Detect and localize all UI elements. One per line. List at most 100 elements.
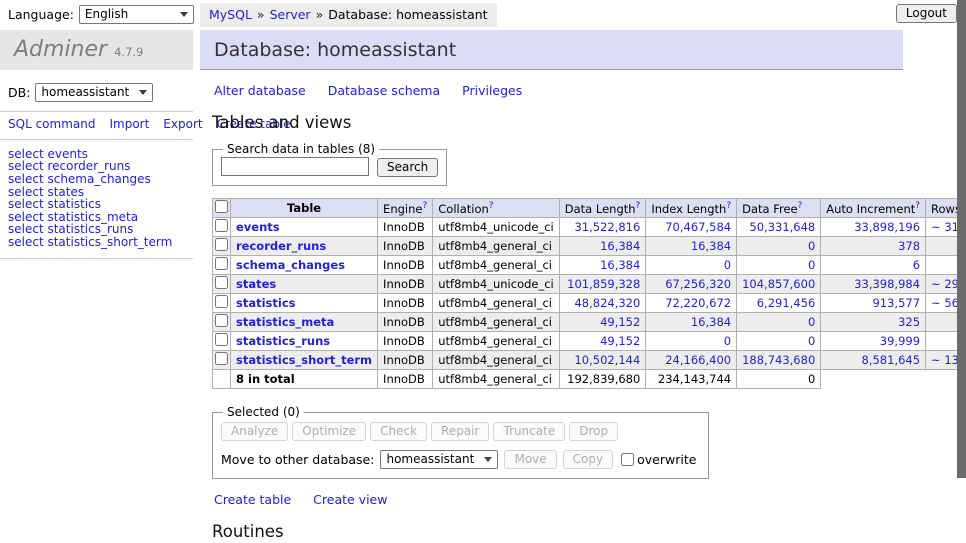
breadcrumb-link[interactable]: MySQL [209, 7, 252, 22]
row-checkbox[interactable] [215, 295, 228, 308]
optimize-button[interactable]: Optimize [292, 422, 366, 441]
db-form: DB: homeassistant [8, 83, 193, 102]
truncate-button[interactable]: Truncate [493, 422, 565, 441]
auto-increment-cell: 378 [821, 237, 926, 256]
sidebar-action-link[interactable]: Import [109, 117, 149, 131]
column-header: Collation? [433, 198, 560, 218]
table-row: statistics_metaInnoDButf8mb4_general_ci4… [213, 313, 966, 332]
index-length-cell: 67,256,320 [646, 275, 737, 294]
analyze-button[interactable]: Analyze [221, 422, 288, 441]
data-free-cell: 0 [737, 313, 821, 332]
index-length-cell: 70,467,584 [646, 218, 737, 237]
scrollbar-thumb[interactable] [957, 0, 966, 478]
collation-cell: utf8mb4_general_ci [433, 313, 560, 332]
table-name-link[interactable]: schema_changes [236, 258, 345, 272]
db-action-link[interactable]: Privileges [462, 83, 522, 98]
sidebar-actions: SQL commandImportExportCreate table [8, 118, 176, 132]
sidebar-table-link[interactable]: select statistics_short_term [8, 236, 193, 249]
data-length-cell: 49,152 [559, 332, 646, 351]
create-link[interactable]: Create table [214, 492, 291, 507]
engine-cell: InnoDB [378, 237, 433, 256]
data-free-cell: 104,857,600 [737, 275, 821, 294]
table-name-link[interactable]: states [236, 277, 276, 291]
drop-button[interactable]: Drop [569, 422, 618, 441]
table-name-link[interactable]: statistics_runs [236, 334, 330, 348]
engine-cell: InnoDB [378, 218, 433, 237]
move-db-select[interactable]: homeassistant [380, 450, 498, 469]
sidebar-action-link[interactable]: Export [163, 117, 202, 131]
table-row: recorder_runsInnoDButf8mb4_general_ci16,… [213, 237, 966, 256]
select-all-checkbox[interactable] [215, 200, 228, 213]
row-checkbox[interactable] [215, 276, 228, 289]
row-checkbox[interactable] [215, 219, 228, 232]
help-link[interactable]: ? [489, 201, 494, 211]
search-button[interactable]: Search [377, 158, 438, 177]
chevron-down-icon [484, 457, 492, 462]
check-button[interactable]: Check [370, 422, 427, 441]
table-name-link[interactable]: statistics_meta [236, 315, 334, 329]
table-row: statesInnoDButf8mb4_unicode_ci101,859,32… [213, 275, 966, 294]
engine-cell: InnoDB [378, 351, 433, 370]
table-total-row: 8 in totalInnoDButf8mb4_general_ci192,83… [213, 370, 966, 389]
data-length-cell: 48,824,320 [559, 294, 646, 313]
help-link[interactable]: ? [798, 201, 803, 211]
collation-cell: utf8mb4_general_ci [433, 294, 560, 313]
db-select[interactable]: homeassistant [35, 83, 153, 102]
create-link[interactable]: Create view [313, 492, 387, 507]
db-action-link[interactable]: Database schema [328, 83, 440, 98]
row-checkbox[interactable] [215, 314, 228, 327]
repair-button[interactable]: Repair [431, 422, 489, 441]
tables-table: TableEngine?Collation?Data Length?Index … [212, 198, 966, 390]
row-checkbox[interactable] [215, 257, 228, 270]
language-select[interactable]: English [79, 5, 194, 24]
app-version: 4.7.9 [114, 45, 143, 59]
row-checkbox-cell [213, 351, 231, 370]
table-name-link[interactable]: statistics [236, 296, 296, 310]
sidebar-table-link[interactable]: select statistics [8, 198, 193, 211]
sidebar-table-link[interactable]: select schema_changes [8, 173, 193, 186]
row-checkbox[interactable] [215, 333, 228, 346]
overwrite-checkbox[interactable] [621, 453, 634, 466]
selected-fieldset: Selected (0) AnalyzeOptimizeCheckRepairT… [212, 405, 709, 479]
scrollbar[interactable] [957, 0, 966, 543]
help-link[interactable]: ? [636, 201, 641, 211]
tables-heading: Tables and views [212, 113, 903, 132]
table-name-link[interactable]: statistics_short_term [236, 353, 372, 367]
row-checkbox[interactable] [215, 238, 228, 251]
adminer-logo[interactable]: Adminer [14, 30, 107, 70]
language-form: Language: English [8, 5, 194, 24]
table-name-cell: statistics_runs [231, 332, 378, 351]
column-header: Auto Increment? [821, 198, 926, 218]
row-checkbox[interactable] [215, 352, 228, 365]
move-button[interactable]: Move [504, 450, 556, 469]
copy-button[interactable]: Copy [563, 450, 613, 469]
table-name-cell: recorder_runs [231, 237, 378, 256]
auto-increment-cell: 33,898,196 [821, 218, 926, 237]
table-name-cell: states [231, 275, 378, 294]
table-name-link[interactable]: events [236, 220, 280, 234]
sidebar-action-link[interactable]: SQL command [8, 117, 95, 131]
logout-button[interactable]: Logout [896, 4, 957, 23]
data-free-cell: 0 [737, 237, 821, 256]
help-link[interactable]: ? [422, 201, 427, 211]
table-name-link[interactable]: recorder_runs [236, 239, 326, 253]
column-header: Data Free? [737, 198, 821, 218]
search-input[interactable] [221, 157, 369, 176]
db-action-link[interactable]: Alter database [214, 83, 306, 98]
data-free-cell: 50,331,648 [737, 218, 821, 237]
index-length-cell: 24,166,400 [646, 351, 737, 370]
sidebar-divider [0, 111, 193, 112]
db-action-links: Alter database Database schema Privileges [214, 83, 903, 98]
move-row: Move to other database: homeassistant Mo… [221, 450, 696, 469]
row-checkbox-cell [213, 294, 231, 313]
breadcrumb-link[interactable]: Server [270, 7, 311, 22]
sidebar-table-list: select eventsselect recorder_runsselect … [8, 148, 193, 249]
data-length-cell: 31,522,816 [559, 218, 646, 237]
engine-cell: InnoDB [378, 256, 433, 275]
engine-cell: InnoDB [378, 313, 433, 332]
data-free-cell: 0 [737, 256, 821, 275]
help-link[interactable]: ? [915, 201, 920, 211]
help-link[interactable]: ? [726, 201, 731, 211]
total-data-length-cell: 192,839,680 [559, 370, 646, 389]
sidebar: Adminer 4.7.9 DB: homeassistant SQL comm… [0, 30, 193, 259]
